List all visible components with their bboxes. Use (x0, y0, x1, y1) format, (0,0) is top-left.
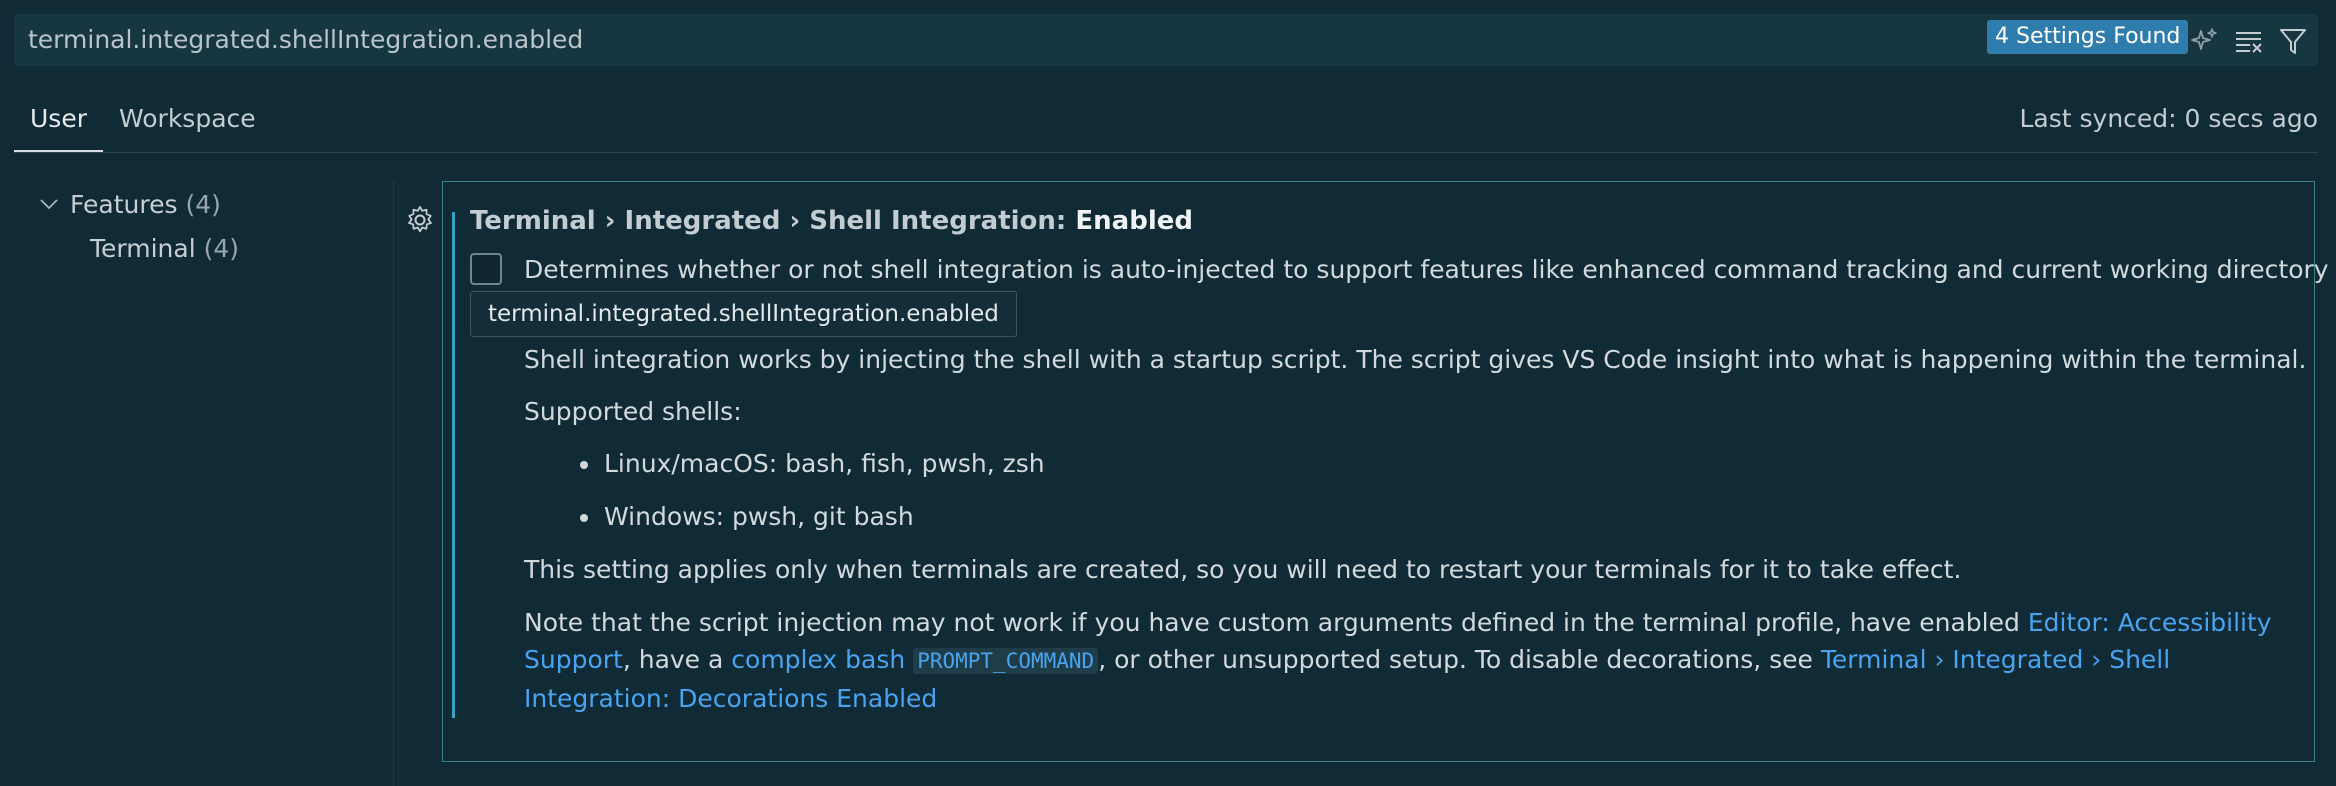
limitations-note: Note that the script injection may not w… (524, 604, 2294, 717)
results-count-badge: 4 Settings Found (1987, 20, 2189, 54)
sparkle-icon[interactable] (2188, 24, 2222, 58)
modified-indicator (452, 212, 455, 718)
setting-description-line2: Shell integration works by injecting the… (524, 345, 2307, 374)
toc-group-label: Features (70, 190, 178, 219)
setting-key-tooltip: terminal.integrated.shellIntegration.ena… (470, 291, 1017, 337)
restart-note: This setting applies only when terminals… (524, 555, 1962, 584)
setting-checkbox[interactable] (470, 253, 502, 285)
settings-search-input[interactable] (28, 14, 1978, 66)
clear-filter-icon[interactable] (2232, 24, 2266, 58)
settings-scope-tabs: User Workspace Last synced: 0 secs ago (14, 92, 2318, 153)
chevron-down-icon (40, 199, 58, 210)
toc-item-label: Terminal (90, 234, 196, 263)
supported-shells-label: Supported shells: (524, 397, 742, 426)
list-bullet (580, 461, 588, 469)
list-bullet (580, 514, 588, 522)
tab-user[interactable]: User (14, 104, 103, 152)
note-text: , or other unsupported setup. To disable… (1098, 645, 1821, 674)
note-text: Note that the script injection may not w… (524, 608, 2028, 637)
settings-search-bar: 4 Settings Found (14, 14, 2318, 66)
setting-description-line1: Determines whether or not shell integrat… (524, 255, 2329, 284)
setting-title: Terminal › Integrated › Shell Integratio… (470, 206, 1193, 236)
gear-icon[interactable] (404, 204, 436, 236)
setting-label: Enabled (1075, 206, 1193, 236)
toc-group-features[interactable]: Features (4) (38, 190, 221, 219)
list-item: Linux/macOS: bash, fish, pwsh, zsh (604, 449, 1045, 478)
complex-bash-link[interactable]: complex bash (731, 645, 905, 674)
filter-icon[interactable] (2276, 24, 2310, 58)
toc-item-terminal[interactable]: Terminal (4) (90, 234, 239, 263)
sync-status: Last synced: 0 secs ago (2019, 104, 2318, 133)
toc-item-count: (4) (203, 234, 240, 263)
setting-category: Terminal › Integrated › Shell Integratio… (470, 206, 1076, 236)
note-text: , have a (622, 645, 732, 674)
prompt-command-code: PROMPT_COMMAND (913, 648, 1099, 674)
tab-workspace[interactable]: Workspace (119, 104, 256, 150)
list-item: Windows: pwsh, git bash (604, 502, 914, 531)
toc-group-count: (4) (185, 190, 221, 219)
toc-divider (393, 180, 394, 786)
